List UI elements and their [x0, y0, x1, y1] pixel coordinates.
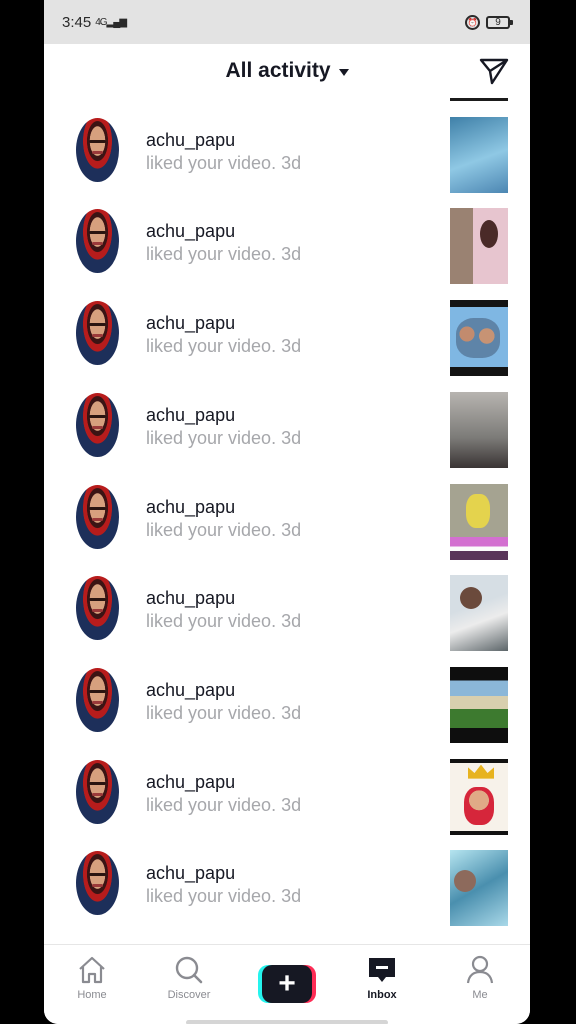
avatar[interactable]: [76, 209, 119, 274]
status-bar: 3:45 4G▂▄▆ ⏰ 9: [44, 0, 530, 44]
notification-time: 3d: [281, 336, 302, 357]
notification-description: liked your video. 3d: [146, 336, 301, 357]
notification-row[interactable]: achu_papuliked your video. 3d: [44, 837, 530, 929]
video-thumbnail[interactable]: [450, 575, 508, 652]
video-thumbnail[interactable]: [450, 758, 508, 835]
notification-row[interactable]: achu_papuliked your video. 3d: [44, 287, 530, 379]
nav-home[interactable]: Home: [52, 955, 132, 1001]
notification-time: 3d: [281, 886, 302, 907]
video-thumbnail[interactable]: [450, 116, 508, 193]
home-icon: [79, 956, 105, 984]
video-thumbnail[interactable]: [450, 300, 508, 377]
notification-action: liked your video.: [146, 336, 277, 357]
avatar[interactable]: [76, 667, 119, 732]
nav-me-label: Me: [472, 989, 488, 1001]
notification-description: liked your video. 3d: [146, 795, 301, 816]
notification-description: liked your video. 3d: [146, 703, 301, 724]
notification-username[interactable]: achu_papu: [146, 130, 235, 151]
notification-username[interactable]: achu_papu: [146, 313, 235, 334]
notification-username[interactable]: achu_papu: [146, 588, 235, 609]
notification-username[interactable]: achu_papu: [146, 497, 235, 518]
profile-icon: [466, 955, 494, 984]
avatar[interactable]: [76, 392, 119, 457]
nav-home-label: Home: [77, 989, 107, 1001]
notification-row[interactable]: achu_papuliked your video. 3d: [44, 195, 530, 287]
caret-down-icon: [338, 68, 349, 76]
notification-time: 3d: [281, 152, 302, 173]
inbox-icon: [369, 958, 395, 982]
notification-time: 3d: [281, 244, 302, 265]
notification-username[interactable]: achu_papu: [146, 863, 235, 884]
notification-row[interactable]: achu_papuliked your video. 3d: [44, 562, 530, 654]
video-thumbnail[interactable]: [450, 208, 508, 285]
notification-time: 3d: [281, 519, 302, 540]
notification-username[interactable]: achu_papu: [146, 680, 235, 701]
network-icon: 4G▂▄▆: [95, 16, 127, 28]
notification-list[interactable]: achu_papu liked your video. 3d achu_papu li…: [44, 62, 530, 944]
avatar[interactable]: [76, 484, 119, 549]
search-icon: [175, 956, 203, 984]
notification-description: liked your video. 3d: [146, 244, 301, 265]
video-thumbnail[interactable]: [450, 483, 508, 560]
notification-description: liked your video. 3d: [146, 153, 301, 174]
notification-time: 3d: [281, 794, 302, 815]
notification-action: liked your video.: [146, 519, 277, 540]
notification-time: 3d: [281, 611, 302, 632]
alarm-icon: ⏰: [465, 14, 480, 30]
notification-time: 3d: [281, 702, 302, 723]
avatar[interactable]: [76, 117, 119, 182]
notification-username[interactable]: achu_papu: [146, 772, 235, 793]
status-left: 3:45 4G▂▄▆: [62, 13, 127, 31]
bottom-nav: Home Discover + Inbox Me: [44, 944, 530, 1024]
phone-screen: 3:45 4G▂▄▆ ⏰ 9 All activity achu_papu lik…: [44, 0, 530, 1024]
notification-username[interactable]: achu_papu: [146, 221, 235, 242]
avatar[interactable]: [76, 301, 119, 366]
activity-filter-dropdown[interactable]: All activity: [225, 59, 349, 83]
notification-action: liked your video.: [146, 152, 277, 173]
status-right: ⏰ 9: [465, 14, 513, 30]
avatar[interactable]: [76, 759, 119, 824]
notification-row[interactable]: achu_papuliked your video. 3d: [44, 654, 530, 746]
avatar[interactable]: [76, 851, 119, 916]
notification-row[interactable]: achu_papuliked your video. 3d: [44, 746, 530, 838]
video-thumbnail[interactable]: [450, 850, 508, 927]
network-label: 4G: [95, 16, 107, 28]
plus-icon: +: [262, 965, 312, 1003]
status-time: 3:45: [62, 13, 92, 31]
notification-description: liked your video. 3d: [146, 886, 301, 907]
notification-action: liked your video.: [146, 886, 277, 907]
notification-username[interactable]: achu_papu: [146, 405, 235, 426]
notification-action: liked your video.: [146, 794, 277, 815]
nav-discover-label: Discover: [167, 989, 211, 1001]
notification-action: liked your video.: [146, 244, 277, 265]
notification-row[interactable]: achu_papuliked your video. 3d: [44, 379, 530, 471]
nav-inbox[interactable]: Inbox: [342, 955, 422, 1001]
notification-row[interactable]: achu_papuliked your video. 3d: [44, 104, 530, 196]
notification-action: liked your video.: [146, 611, 277, 632]
avatar[interactable]: [76, 576, 119, 641]
notification-description: liked your video. 3d: [146, 520, 301, 541]
page-title: All activity: [225, 59, 331, 82]
video-thumbnail[interactable]: [450, 666, 508, 743]
notification-description: liked your video. 3d: [146, 611, 301, 632]
notification-action: liked your video.: [146, 427, 277, 448]
battery-icon: 9: [486, 15, 513, 29]
create-video-button[interactable]: +: [258, 965, 316, 1003]
notification-time: 3d: [281, 427, 302, 448]
home-indicator: [186, 1020, 388, 1024]
notification-action: liked your video.: [146, 702, 277, 723]
notification-row[interactable]: achu_papuliked your video. 3d: [44, 471, 530, 563]
nav-discover[interactable]: Discover: [149, 955, 229, 1001]
nav-inbox-label: Inbox: [367, 989, 397, 1001]
battery-level: 9: [495, 16, 501, 28]
paper-plane-icon[interactable]: [478, 56, 510, 86]
nav-me[interactable]: Me: [440, 955, 520, 1001]
video-thumbnail[interactable]: [450, 391, 508, 468]
inbox-header: All activity: [44, 44, 530, 98]
notification-description: liked your video. 3d: [146, 428, 301, 449]
